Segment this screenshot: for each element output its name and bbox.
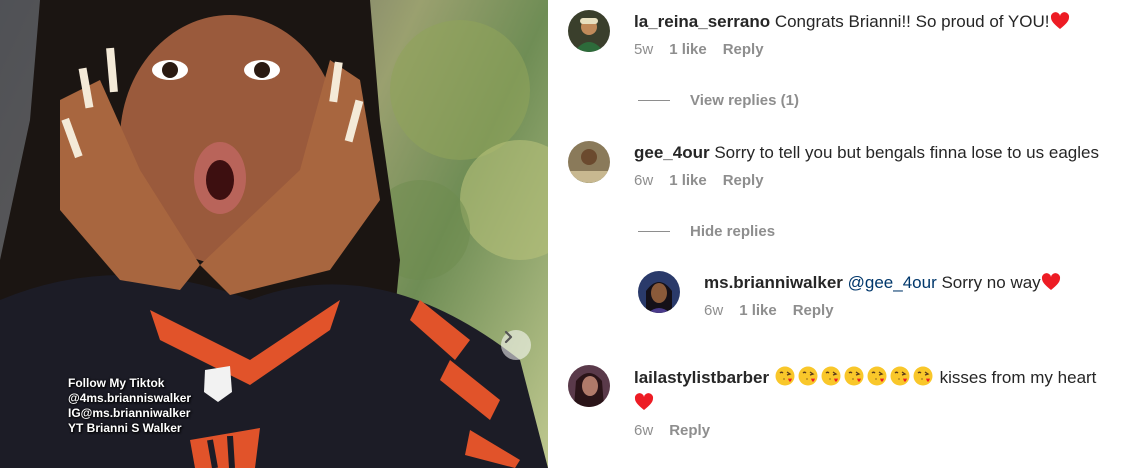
comment-username[interactable]: la_reina_serrano	[634, 12, 770, 31]
replies-toggle-label: View replies (1)	[690, 92, 799, 109]
avatar[interactable]	[638, 271, 680, 313]
comment-body: Sorry no way	[941, 273, 1041, 292]
reply-button[interactable]: Reply	[669, 422, 710, 439]
comment-body: Congrats Brianni!! So proud of YOU!	[774, 12, 1050, 31]
likes-count[interactable]: 1 like	[669, 172, 707, 189]
comment-time: 6w	[704, 302, 724, 319]
comment-body: Sorry to tell you but bengals finna lose…	[714, 143, 1099, 162]
reply-button[interactable]: Reply	[793, 302, 834, 319]
comment-time: 6w	[634, 422, 654, 439]
comment-text: gee_4our Sorry to tell you but bengals f…	[634, 141, 1099, 164]
comment-text: ms.brianniwalker @gee_4our Sorry no way	[704, 271, 1061, 294]
view-replies-button[interactable]: View replies (1)	[638, 92, 799, 109]
comment-text: lailastylistbarber kisses from my heart	[634, 365, 1096, 414]
likes-count[interactable]: 1 like	[669, 41, 707, 58]
reply-button[interactable]: Reply	[723, 41, 764, 58]
comment-meta: 6w Reply	[634, 422, 1096, 439]
photo-overlay-caption: Follow My Tiktok @4ms.brianniswalker IG@…	[68, 376, 191, 436]
avatar[interactable]	[568, 365, 610, 407]
red-heart-icon	[1050, 12, 1069, 30]
comment-username[interactable]: lailastylistbarber	[634, 368, 769, 387]
face-blowing-kiss-icon	[844, 366, 864, 386]
face-blowing-kiss-icon	[798, 366, 818, 386]
kiss-emoji-row	[774, 366, 940, 387]
face-blowing-kiss-icon	[890, 366, 910, 386]
hide-replies-button[interactable]: Hide replies	[638, 223, 775, 240]
red-heart-icon	[1041, 273, 1060, 290]
face-blowing-kiss-icon	[867, 366, 887, 386]
chevron-right-icon	[504, 330, 513, 344]
comment-time: 6w	[634, 172, 654, 189]
comment: gee_4our Sorry to tell you but bengals f…	[568, 141, 1099, 189]
overlay-line: YT Brianni S Walker	[68, 421, 182, 435]
overlay-line: Follow My Tiktok	[68, 376, 165, 390]
divider-line	[638, 231, 670, 232]
overlay-line: IG@ms.brianniwalker	[68, 406, 191, 420]
overlay-line: @4ms.brianniswalker	[68, 391, 192, 405]
face-blowing-kiss-icon	[821, 366, 841, 386]
face-blowing-kiss-icon	[775, 366, 795, 386]
red-heart-icon	[634, 393, 654, 410]
avatar[interactable]	[568, 10, 610, 52]
likes-count[interactable]: 1 like	[739, 302, 777, 319]
comment-username[interactable]: ms.brianniwalker	[704, 273, 843, 292]
mention-link[interactable]: @gee_4our	[848, 273, 937, 292]
reply-comment: ms.brianniwalker @gee_4our Sorry no way …	[638, 271, 1061, 319]
divider-line	[638, 100, 670, 101]
comments-list: la_reina_serrano Congrats Brianni!! So p…	[548, 0, 1146, 468]
face-blowing-kiss-icon	[913, 366, 933, 386]
comment: lailastylistbarber kisses from my heart …	[568, 365, 1096, 439]
replies-toggle-label: Hide replies	[690, 223, 776, 240]
post-photo: Follow My Tiktok @4ms.brianniswalker IG@…	[0, 0, 548, 468]
avatar[interactable]	[568, 141, 610, 183]
comment-meta: 5w 1 like Reply	[634, 41, 1070, 58]
comment: la_reina_serrano Congrats Brianni!! So p…	[568, 10, 1070, 58]
comment-meta: 6w 1 like Reply	[634, 172, 1099, 189]
comment-username[interactable]: gee_4our	[634, 143, 710, 162]
comment-meta: 6w 1 like Reply	[704, 302, 1061, 319]
comment-body: kisses from my heart	[939, 368, 1097, 387]
reply-button[interactable]: Reply	[723, 172, 764, 189]
comment-text: la_reina_serrano Congrats Brianni!! So p…	[634, 10, 1070, 33]
next-photo-button[interactable]	[501, 330, 531, 360]
comment-time: 5w	[634, 41, 654, 58]
